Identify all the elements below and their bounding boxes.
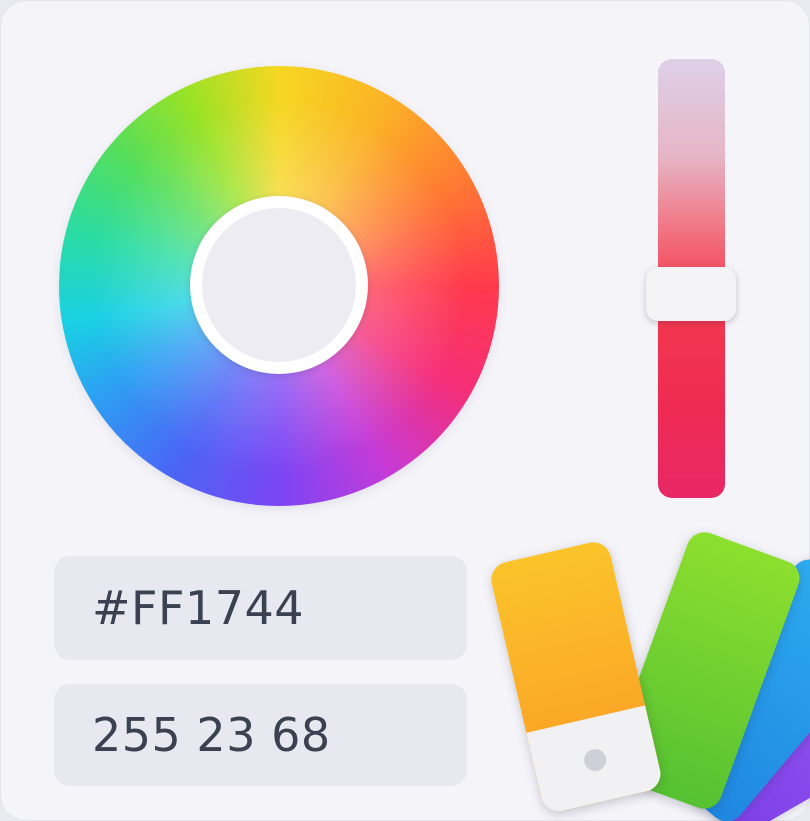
rgb-input[interactable]: 255 23 68 — [54, 684, 467, 786]
swatch-label-area — [526, 705, 665, 815]
swatch-hole — [581, 746, 609, 774]
swatch-orange[interactable] — [487, 538, 665, 815]
rgb-value: 255 23 68 — [92, 708, 331, 762]
color-preview-ring — [190, 196, 368, 374]
hex-value: #FF1744 — [92, 581, 305, 635]
color-preview-center — [202, 208, 356, 362]
color-picker-panel: #FF1744 255 23 68 — [0, 0, 810, 821]
brightness-slider-handle[interactable] — [646, 267, 736, 321]
hex-input[interactable]: #FF1744 — [54, 556, 467, 660]
